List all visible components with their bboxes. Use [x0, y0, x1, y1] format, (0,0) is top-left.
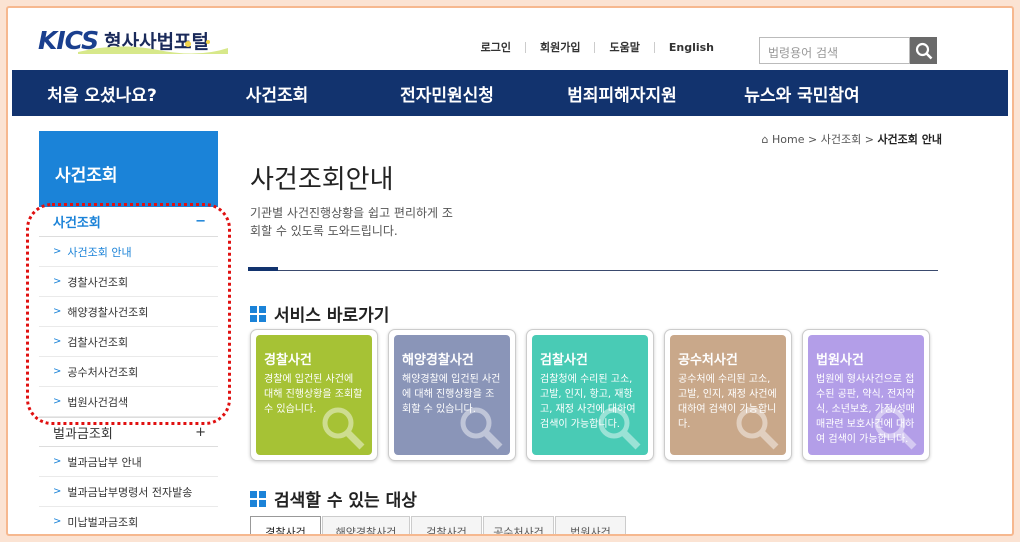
login-link[interactable]: 로그인 — [467, 42, 525, 53]
lnb-item-label: 벌과금납부명령서 전자발송 — [67, 485, 193, 499]
lnb-item-label: 벌과금납부 안내 — [67, 455, 142, 469]
search-icon — [915, 42, 932, 59]
section-icon — [250, 490, 266, 507]
card-title: 검찰사건 — [540, 353, 588, 368]
breadcrumb-current: 사건조회 안내 — [877, 133, 942, 146]
utility-menu: 로그인 회원가입 도움말 English — [467, 42, 728, 53]
chevron-right-icon: > — [53, 486, 62, 497]
breadcrumb: ⌂ Home > 사건조회 > 사건조회 안내 — [761, 133, 942, 146]
card-desc: 검찰청에 수리된 고소, 고발, 인지, 항고, 재항고, 재정 사건에 대하여… — [540, 374, 636, 430]
section-icon — [250, 305, 266, 322]
signup-link[interactable]: 회원가입 — [525, 42, 594, 53]
breadcrumb-mid[interactable]: 사건조회 — [821, 133, 861, 146]
tab-cio[interactable]: 공수처사건 — [483, 516, 554, 534]
lnb-item-fine-notice[interactable]: > 벌과금납부명령서 전자발송 — [39, 477, 218, 507]
tab-police[interactable]: 경찰사건 — [250, 516, 321, 534]
chevron-right-icon: > — [53, 456, 62, 467]
lnb-item-unpaid[interactable]: > 미납벌과금조회 — [39, 507, 218, 534]
term-search-input[interactable]: 법령용어 검색 — [759, 37, 910, 64]
page-description: 기관별 사건진행상황을 쉽고 편리하게 조회할 수 있도록 도와드립니다. — [250, 206, 453, 238]
expand-icon: + — [195, 424, 206, 440]
highlight-annotation — [26, 203, 231, 425]
services-title: 서비스 바로가기 — [274, 306, 390, 326]
card-coastguard[interactable]: 해양경찰사건 해양경찰에 입건된 사건에 대해 진행상황을 조회할 수 있습니다… — [388, 329, 516, 461]
targets-heading: 검색할 수 있는 대상 — [250, 486, 417, 511]
gnb-first-visit[interactable]: 처음 오셨나요? — [12, 81, 192, 106]
card-title: 법원사건 — [816, 353, 864, 368]
gnb-victim-support[interactable]: 범죄피해자지원 — [532, 81, 712, 106]
tab-prosecution[interactable]: 검찰사건 — [411, 516, 482, 534]
card-cio[interactable]: 공수처사건 공수처에 수리된 고소, 고발, 인지, 재정 사건에 대하여 검색… — [664, 329, 792, 461]
gnb-news[interactable]: 뉴스와 국민참여 — [712, 81, 892, 106]
lnb-item-label: 미납벌과금조회 — [67, 515, 139, 529]
card-desc: 법원에 형사사건으로 접수된 공판, 약식, 전자약식, 소년보호, 가정/성매… — [816, 374, 915, 445]
tab-coastguard[interactable]: 해양경찰사건 — [322, 516, 410, 534]
card-court[interactable]: 법원사건 법원에 형사사건으로 접수된 공판, 약식, 전자약식, 소년보호, … — [802, 329, 930, 461]
home-icon: ⌂ — [761, 133, 769, 146]
english-link[interactable]: English — [653, 42, 728, 53]
card-police[interactable]: 경찰사건 경찰에 입건된 사건에 대해 진행상황을 조회할 수 있습니다. — [250, 329, 378, 461]
tab-court[interactable]: 법원사건 — [555, 516, 626, 534]
card-title: 경찰사건 — [264, 353, 312, 368]
card-desc: 경찰에 입건된 사건에 대해 진행상황을 조회할 수 있습니다. — [264, 374, 363, 415]
targets-title: 검색할 수 있는 대상 — [274, 491, 417, 511]
search-button[interactable] — [910, 37, 937, 64]
gnb-e-petition[interactable]: 전자민원신청 — [362, 81, 532, 106]
services-heading: 서비스 바로가기 — [250, 301, 389, 326]
page-title: 사건조회안내 — [250, 165, 394, 195]
lnb-group-label: 벌과금조회 — [53, 426, 113, 442]
service-cards: 경찰사건 경찰에 입건된 사건에 대해 진행상황을 조회할 수 있습니다. 해양… — [250, 329, 930, 461]
card-prosecution[interactable]: 검찰사건 검찰청에 수리된 고소, 고발, 인지, 항고, 재항고, 재정 사건… — [526, 329, 654, 461]
card-title: 해양경찰사건 — [402, 353, 474, 368]
divider-accent — [248, 267, 278, 271]
chevron-right-icon: > — [53, 516, 62, 527]
breadcrumb-home[interactable]: Home — [772, 133, 804, 146]
card-title: 공수처사건 — [678, 353, 738, 368]
browser-frame: KICS 형사사법포털 로그인 회원가입 도움말 English 법령용어 검색… — [6, 6, 1014, 536]
target-tabs: 경찰사건 해양경찰사건 검찰사건 공수처사건 법원사건 — [250, 516, 627, 534]
card-desc: 해양경찰에 입건된 사건에 대해 진행상황을 조회할 수 있습니다. — [402, 374, 501, 415]
logo-grass-decoration — [78, 40, 228, 54]
help-link[interactable]: 도움말 — [594, 42, 653, 53]
gnb-case-lookup[interactable]: 사건조회 — [192, 81, 362, 106]
divider — [248, 270, 938, 271]
lnb-item-fine-guide[interactable]: > 벌과금납부 안내 — [39, 447, 218, 477]
lnb-title: 사건조회 — [39, 131, 218, 207]
card-desc: 공수처에 수리된 고소, 고발, 인지, 재정 사건에 대하여 검색이 가능합니… — [678, 374, 777, 430]
global-nav: 처음 오셨나요? 사건조회 전자민원신청 범죄피해자지원 뉴스와 국민참여 — [12, 70, 1008, 116]
